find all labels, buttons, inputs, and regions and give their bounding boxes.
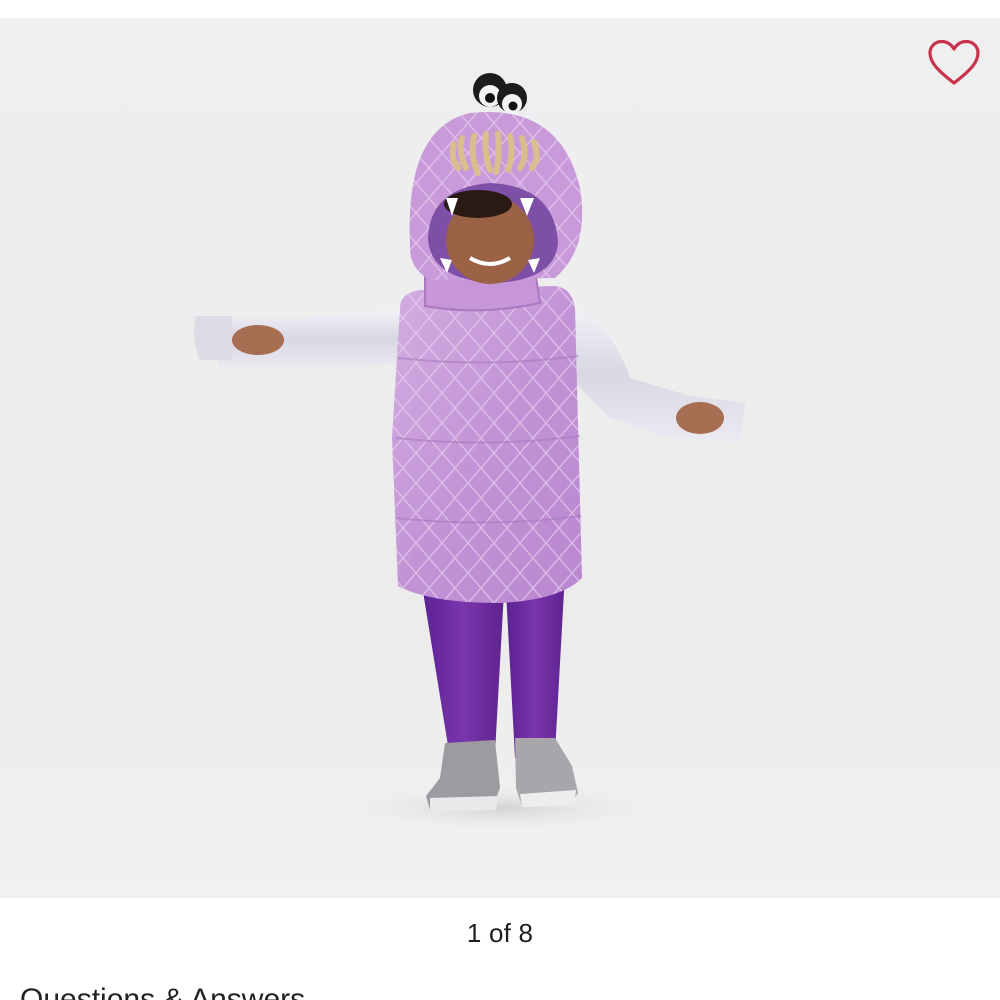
product-page: 1 of 8 Questions & Answers [0, 0, 1000, 1000]
product-image-gallery[interactable] [0, 18, 1000, 898]
image-counter: 1 of 8 [466, 918, 534, 948]
questions-answers-heading: Questions & Answers [20, 983, 306, 1000]
product-photo[interactable] [0, 18, 1000, 898]
favorite-button[interactable] [926, 38, 982, 88]
heart-outline-icon [928, 39, 980, 85]
